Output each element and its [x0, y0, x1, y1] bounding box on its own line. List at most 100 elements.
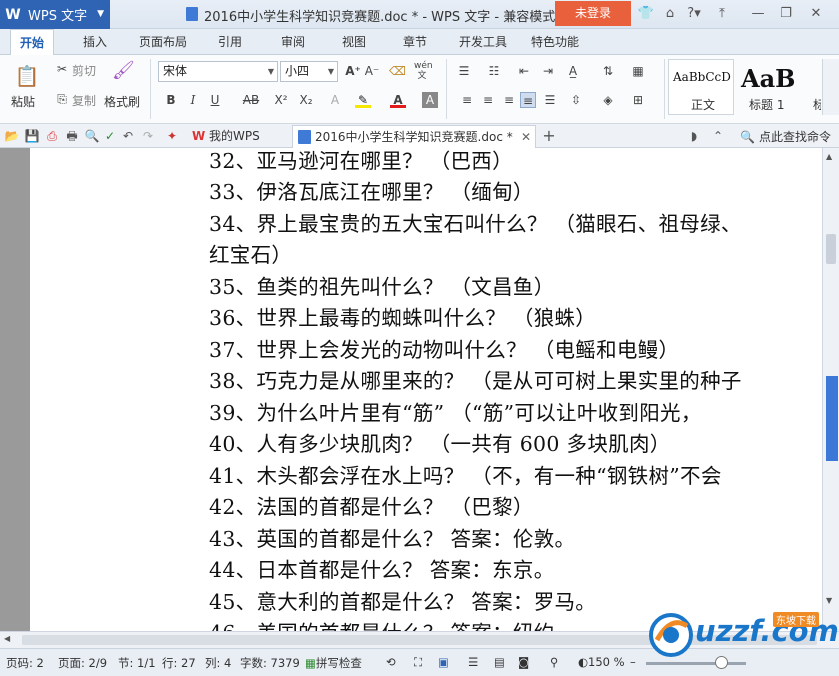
paste-icon[interactable]: 📋	[14, 63, 40, 89]
tab-page-layout[interactable]: 页面布局	[139, 29, 187, 55]
tab-chapter[interactable]: 章节	[403, 29, 427, 55]
skin-icon[interactable]: 👕	[636, 5, 656, 23]
vertical-scrollbar[interactable]: ▲ ▼	[822, 148, 839, 631]
copy-button[interactable]: 复制	[72, 92, 96, 109]
hat-icon[interactable]: ⌂	[660, 5, 680, 23]
paragraph-shading-icon[interactable]: ◈	[600, 92, 616, 108]
superscript-icon[interactable]: X²	[273, 92, 289, 108]
doc-line: 41、木头都会浮在水上吗？ （不，有一种“钢铁树”不会	[209, 464, 722, 488]
sort-icon[interactable]: ⇅	[600, 63, 616, 79]
align-right-icon[interactable]: ≡	[501, 92, 517, 108]
maximize-icon[interactable]: ❐	[776, 5, 796, 23]
vertical-scroll-thumb[interactable]	[826, 234, 836, 264]
style-heading-2[interactable]: 标	[800, 59, 822, 115]
find-command[interactable]: 🔍 点此查找命令	[740, 128, 831, 145]
close-tab-icon[interactable]: ✕	[521, 126, 531, 148]
web-view-icon[interactable]: ▤	[494, 655, 505, 669]
clear-format-icon[interactable]: ⌫	[389, 63, 406, 79]
increase-indent-icon[interactable]: ⇥	[540, 63, 556, 79]
table-grid-icon[interactable]: ▦	[630, 63, 646, 79]
decrease-indent-icon[interactable]: ⇤	[516, 63, 532, 79]
style-heading-1[interactable]: AaB 标题 1	[736, 59, 798, 115]
tab-developer[interactable]: 开发工具	[459, 29, 507, 55]
tab-current-document[interactable]: 2016中小学生科学知识竞赛题.doc * ✕	[292, 125, 536, 148]
page-nav-indicator[interactable]	[826, 376, 838, 461]
underline-icon[interactable]: U	[207, 92, 223, 108]
phonetic-guide-icon[interactable]: wén 文	[414, 61, 433, 81]
redo-icon[interactable]: ↷	[140, 128, 156, 144]
eye-protect-icon[interactable]: ⚲	[550, 655, 558, 669]
highlight-icon[interactable]: ✎	[355, 92, 371, 108]
tab-review[interactable]: 审阅	[281, 29, 305, 55]
distribute-icon[interactable]: ☰	[542, 92, 558, 108]
document-viewport[interactable]: 32、亚马逊河在哪里？ （巴西） 33、伊洛瓦底江在哪里？ （缅甸） 34、界上…	[0, 148, 822, 631]
app-menu-button[interactable]: W WPS 文字 ▼	[0, 0, 110, 29]
style-normal[interactable]: AaBbCcD 正文	[668, 59, 734, 115]
justify-icon[interactable]: ≡	[520, 92, 536, 108]
change-case-icon[interactable]: A̲	[565, 63, 581, 79]
style-gallery-scroll[interactable]	[822, 59, 839, 115]
outline-view-icon[interactable]: ☰	[468, 655, 478, 669]
print-icon[interactable]: 🖶	[64, 128, 80, 144]
zoom-level[interactable]: 150 %	[588, 655, 625, 669]
minimize-icon[interactable]: —	[748, 5, 768, 23]
revision-icon[interactable]: ⟲	[386, 655, 396, 669]
grow-font-icon[interactable]: A⁺	[345, 63, 361, 79]
document-page[interactable]: 32、亚马逊河在哪里？ （巴西） 33、伊洛瓦底江在哪里？ （缅甸） 34、界上…	[30, 148, 822, 631]
login-button[interactable]: 未登录	[555, 1, 631, 26]
align-left-icon[interactable]: ≡	[459, 92, 475, 108]
tab-features[interactable]: 特色功能	[531, 29, 579, 55]
doc-mode-icon[interactable]: ◗	[686, 128, 702, 144]
tab-view[interactable]: 视图	[342, 29, 366, 55]
tab-my-wps[interactable]: W 我的WPS	[187, 125, 287, 148]
theme-icon[interactable]: ◐	[578, 655, 588, 669]
page-view-icon[interactable]: ▣	[438, 655, 449, 669]
doc-line: 45、意大利的首都是什么？ 答案：罗马。	[209, 590, 597, 614]
tab-insert[interactable]: 插入	[83, 29, 107, 55]
spellcheck-toggle[interactable]: ▦拼写检查	[305, 655, 362, 671]
collapse-icon[interactable]: ⌃	[710, 128, 726, 144]
bold-icon[interactable]: B	[163, 92, 179, 108]
status-section: 节: 1/1	[118, 656, 156, 670]
customize-toolbar-icon[interactable]: ✦	[164, 128, 180, 144]
scroll-up-icon[interactable]: ▲	[826, 152, 832, 161]
new-tab-icon[interactable]: +	[541, 128, 557, 144]
italic-icon[interactable]: I	[185, 92, 201, 108]
subscript-icon[interactable]: X₂	[298, 92, 314, 108]
scroll-down-icon[interactable]: ▼	[826, 596, 832, 605]
font-color-icon[interactable]: A	[390, 92, 406, 108]
font-name-select[interactable]: 宋体 ▼	[158, 61, 278, 82]
close-icon[interactable]: ✕	[806, 5, 826, 23]
format-painter-button[interactable]: 格式刷	[104, 93, 140, 110]
line-spacing-icon[interactable]: ⇳	[568, 92, 584, 108]
bullet-list-icon[interactable]: ☰	[456, 63, 472, 79]
print-preview-icon[interactable]: 🔍	[84, 128, 100, 144]
open-folder-icon[interactable]: 📂	[4, 128, 20, 144]
shrink-font-icon[interactable]: A⁻	[364, 63, 380, 79]
export-pdf-icon[interactable]: ⎙	[44, 128, 60, 144]
format-painter-icon: 🖌	[112, 60, 135, 81]
font-size-select[interactable]: 小四 ▼	[280, 61, 338, 82]
borders-icon[interactable]: ⊞	[630, 92, 646, 108]
cut-button[interactable]: 剪切	[72, 62, 96, 79]
tab-references[interactable]: 引用	[218, 29, 242, 55]
spellcheck-icon[interactable]: ✓	[102, 128, 118, 144]
text-effect-icon[interactable]: A	[327, 92, 343, 108]
status-word-count[interactable]: 字数: 7379	[240, 655, 300, 671]
reading-view-icon[interactable]: ◙	[518, 655, 529, 669]
undo-icon[interactable]: ↶	[120, 128, 136, 144]
char-shading-icon[interactable]: A	[422, 92, 438, 108]
zoom-out-icon[interactable]: –	[630, 655, 636, 669]
restore-ribbon-icon[interactable]: ⤒	[712, 5, 732, 23]
help-button[interactable]: ?▾	[682, 5, 706, 23]
align-center-icon[interactable]: ≡	[480, 92, 496, 108]
status-page-number: 页码: 2	[6, 656, 44, 670]
zoom-slider[interactable]	[646, 662, 746, 665]
save-icon[interactable]: 💾	[24, 128, 40, 144]
strikethrough-icon[interactable]: AB	[240, 92, 262, 108]
scroll-left-icon[interactable]: ◀	[4, 634, 10, 643]
paste-button[interactable]: 粘贴	[11, 93, 35, 110]
numbered-list-icon[interactable]: ☷	[486, 63, 502, 79]
tab-home[interactable]: 开始	[10, 29, 55, 56]
fullscreen-icon[interactable]: ⛶	[414, 655, 422, 670]
